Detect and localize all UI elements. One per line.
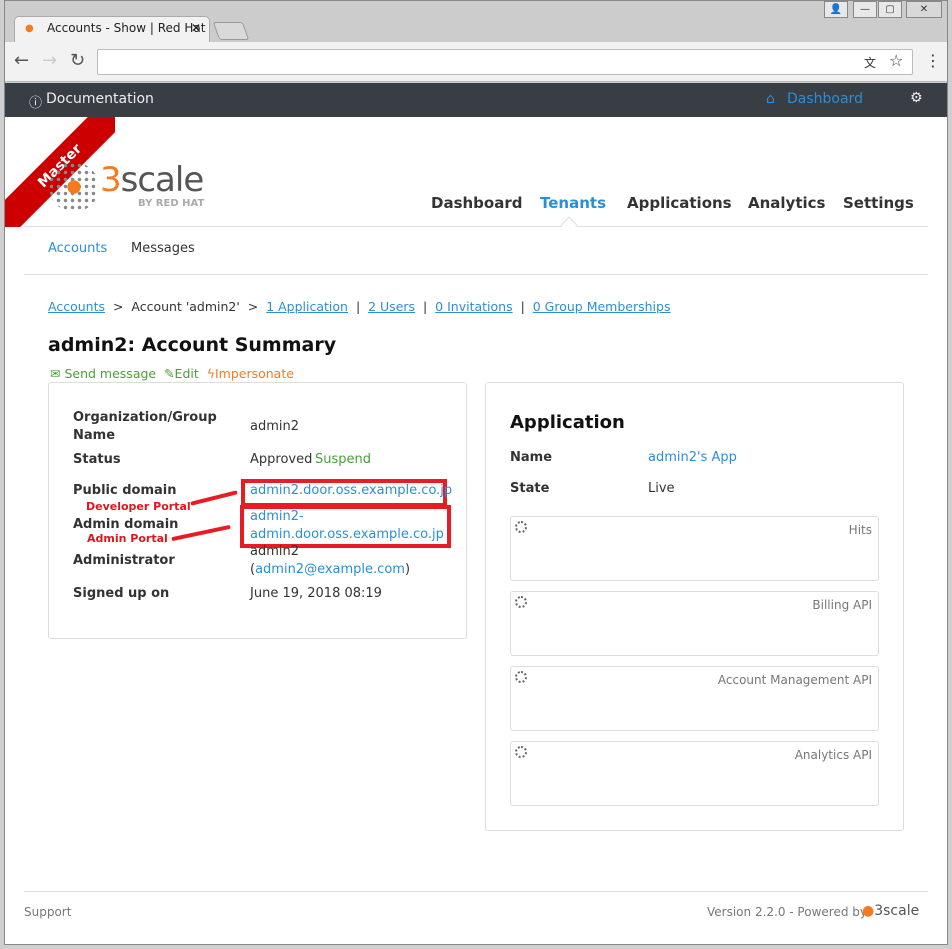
subnav-messages[interactable]: Messages [131, 241, 195, 256]
nav-dashboard[interactable]: Dashboard [431, 194, 522, 212]
breadcrumb-accounts[interactable]: Accounts [48, 299, 105, 314]
chart-title: Billing API [812, 598, 872, 612]
separator: | [423, 299, 428, 314]
footer-logo: ●3scale [862, 903, 920, 919]
send-message-link[interactable]: ✉ Send message [50, 366, 156, 381]
org-value: admin2 [250, 419, 300, 434]
tab-title: Accounts - Show | Red Hat [47, 21, 206, 35]
logo-icon [48, 162, 100, 212]
divider [24, 274, 928, 275]
org-label: Organization/Group Name [73, 410, 217, 443]
version-text: Version 2.2.0 - Powered by [707, 905, 867, 919]
bolt-icon: ϟ [206, 366, 215, 381]
nav-applications[interactable]: Applications [627, 194, 732, 212]
suspend-link[interactable]: Suspend [315, 451, 371, 469]
close-window-button[interactable]: ✕ [906, 1, 942, 18]
group-memberships-link[interactable]: 0 Group Memberships [533, 299, 671, 314]
edit-link[interactable]: ✎Edit [164, 366, 199, 381]
chart-hits: Hits [510, 516, 879, 581]
spinner-icon [515, 671, 527, 683]
spinner-icon [515, 521, 527, 533]
home-icon: ⌂ [766, 91, 775, 107]
applications-link[interactable]: 1 Application [266, 299, 348, 314]
logo-subtitle: BY RED HAT [138, 198, 205, 209]
user-icon[interactable]: 👤 [824, 1, 848, 18]
separator: | [520, 299, 525, 314]
separator: | [355, 299, 361, 314]
pencil-icon: ✎ [164, 366, 175, 381]
public-domain-link[interactable]: admin2.door.oss.example.co.jp [250, 482, 452, 500]
new-tab-button[interactable] [212, 22, 250, 40]
back-icon[interactable]: ← [14, 50, 29, 71]
translate-icon[interactable]: 文 [864, 54, 876, 71]
subnav-accounts[interactable]: Accounts [48, 241, 107, 256]
footer-brand: 3scale [874, 903, 920, 919]
support-link[interactable]: Support [24, 905, 71, 919]
signed-up-label: Signed up on [73, 586, 170, 601]
signed-up-value: June 19, 2018 08:19 [250, 586, 382, 601]
administrator-value: admin2 [250, 544, 300, 559]
spinner-icon [515, 596, 527, 608]
status-label: Status [73, 452, 121, 467]
nav-settings[interactable]: Settings [843, 194, 914, 212]
close-tab-icon[interactable]: ✕ [191, 21, 201, 35]
favicon-icon: ● [25, 23, 34, 34]
chart-title: Account Management API [717, 673, 872, 687]
chart-analytics-api: Analytics API [510, 741, 879, 806]
administrator-label: Administrator [73, 553, 175, 568]
admin-domain-link-cont[interactable]: admin.door.oss.example.co.jp [250, 526, 444, 544]
menu-icon[interactable]: ⋮ [925, 51, 941, 70]
info-icon: ⓘ [29, 96, 43, 111]
breadcrumb-separator: > [247, 299, 259, 314]
chart-billing-api: Billing API [510, 591, 879, 656]
breadcrumb-separator: > [112, 299, 124, 314]
nav-tenants[interactable]: Tenants [540, 194, 606, 212]
footer-divider [24, 891, 928, 892]
star-icon[interactable]: ☆ [889, 51, 903, 70]
send-label: Send message [64, 366, 157, 381]
minimize-button[interactable]: — [853, 1, 877, 18]
status-value: Approved [250, 452, 313, 467]
gear-icon[interactable]: ⚙ [910, 90, 923, 106]
actions: ✉ Send message ✎Edit ϟImpersonate [50, 366, 294, 381]
top-bar: ⓘ Documentation ⌂ Dashboard ⚙ [5, 83, 947, 117]
envelope-icon: ✉ [50, 366, 61, 381]
chart-account-management-api: Account Management API [510, 666, 879, 731]
chart-title: Hits [848, 523, 872, 537]
impersonate-label: Impersonate [214, 366, 294, 381]
logo-text[interactable]: 3scale [100, 160, 204, 200]
breadcrumb: Accounts > Account 'admin2' > 1 Applicat… [48, 299, 670, 314]
dashboard-link[interactable]: Dashboard [787, 91, 863, 107]
application-title: Application [510, 412, 625, 433]
browser-tab[interactable]: ● Accounts - Show | Red Hat ✕ [14, 16, 210, 42]
chart-title: Analytics API [794, 748, 872, 762]
breadcrumb-current: Account 'admin2' [131, 299, 240, 314]
reload-icon[interactable]: ↻ [70, 50, 85, 71]
divider [24, 226, 928, 227]
page-title: admin2: Account Summary [48, 334, 337, 356]
public-domain-label: Public domain [73, 483, 177, 498]
users-link[interactable]: 2 Users [368, 299, 415, 314]
developer-portal-annotation: Developer Portal [86, 500, 191, 513]
documentation-link[interactable]: Documentation [46, 91, 154, 107]
admin-domain-link[interactable]: admin2- [250, 508, 304, 526]
app-state-value: Live [648, 481, 675, 496]
forward-icon[interactable]: → [42, 50, 57, 71]
app-name-link[interactable]: admin2's App [648, 449, 737, 467]
maximize-button[interactable]: ▢ [878, 1, 902, 18]
app-name-label: Name [510, 450, 553, 465]
nav-analytics[interactable]: Analytics [748, 194, 825, 212]
spinner-icon [515, 746, 527, 758]
app-state-label: State [510, 481, 550, 496]
impersonate-link[interactable]: ϟImpersonate [207, 366, 294, 381]
invitations-link[interactable]: 0 Invitations [435, 299, 512, 314]
admin-portal-annotation: Admin Portal [87, 532, 168, 545]
address-bar[interactable] [97, 49, 913, 75]
admin-email-link[interactable]: admin2@example.com [255, 562, 405, 577]
edit-label: Edit [174, 366, 199, 381]
